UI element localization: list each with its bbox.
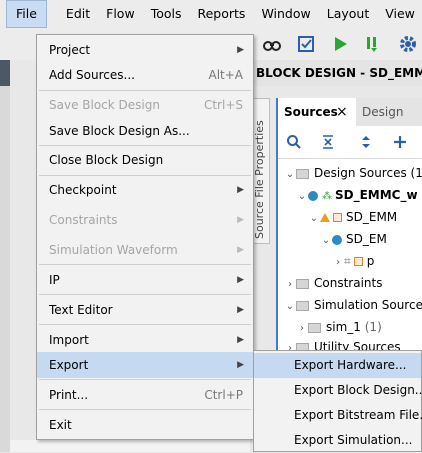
tree-row-sd-emmc-wrapper[interactable]: ⌄ ⁂ SD_EMMC_w xyxy=(296,184,418,206)
menu-item-ip[interactable]: IP ▶ xyxy=(37,267,253,293)
expand-all-icon[interactable] xyxy=(358,134,374,150)
folder-icon xyxy=(296,300,309,311)
module-icon xyxy=(332,234,342,245)
chevron-right-icon: ▶ xyxy=(237,215,244,225)
left-panel-header xyxy=(0,60,10,86)
tree-row-simulation-sources[interactable]: ⌄ Simulation Sources xyxy=(284,294,422,316)
chevron-down-icon[interactable]: ⌄ xyxy=(284,164,296,186)
menu-separator xyxy=(39,175,251,176)
menu-separator xyxy=(39,379,251,380)
menu-view[interactable]: View xyxy=(378,0,422,28)
chevron-down-icon[interactable]: ⌄ xyxy=(308,208,320,230)
menu-separator xyxy=(39,264,251,265)
menu-layout[interactable]: Layout xyxy=(320,0,377,28)
menu-item-export-hardware[interactable]: Export Hardware... xyxy=(254,353,421,378)
menu-separator xyxy=(39,90,251,91)
menu-reports[interactable]: Reports xyxy=(190,0,252,28)
menu-item-project[interactable]: Project ▶ xyxy=(37,37,253,63)
menu-tools[interactable]: Tools xyxy=(144,0,189,28)
menu-item-constraints: Constraints ▶ xyxy=(37,207,253,233)
menu-item-checkpoint[interactable]: Checkpoint ▶ xyxy=(37,177,253,203)
binoculars-icon[interactable] xyxy=(262,34,282,54)
menu-item-close-block-design[interactable]: Close Block Design xyxy=(37,147,253,173)
chevron-right-icon: ▶ xyxy=(237,45,244,55)
tree-row-sd-emmc-inst[interactable]: ⌄ SD_EM xyxy=(320,228,387,250)
block-design-title: BLOCK DESIGN - SD_EMMC xyxy=(250,60,422,86)
menu-item-save-block-design-as[interactable]: Save Block Design As... xyxy=(37,118,253,144)
tree-row-p[interactable]: › ⌗ p xyxy=(332,250,374,272)
chevron-right-icon: ▶ xyxy=(237,275,244,285)
background-area xyxy=(10,440,250,452)
menu-separator xyxy=(39,294,251,295)
left-panel-strip xyxy=(0,60,10,452)
chevron-down-icon[interactable]: ⌄ xyxy=(296,186,308,208)
chevron-right-icon[interactable]: › xyxy=(284,274,296,296)
menu-flow[interactable]: Flow xyxy=(99,0,142,28)
menu-item-save-block-design: Save Block Design Ctrl+S xyxy=(49,98,243,112)
add-icon[interactable] xyxy=(392,134,408,150)
tab-design[interactable]: Design xyxy=(362,98,403,126)
folder-icon xyxy=(296,278,309,289)
file-icon xyxy=(333,213,342,222)
menu-file[interactable]: File xyxy=(6,0,47,28)
download-bitstream-icon[interactable] xyxy=(364,34,384,54)
chevron-right-icon: ▶ xyxy=(237,335,244,345)
module-icon xyxy=(308,190,318,201)
menu-item-exit[interactable]: Exit xyxy=(37,412,253,438)
tree-row-sd-emmc-bd[interactable]: ⌄ SD_EMM xyxy=(308,206,397,228)
run-icon[interactable] xyxy=(330,34,350,54)
chevron-right-icon: ▶ xyxy=(237,185,244,195)
menu-window[interactable]: Window xyxy=(254,0,317,28)
ip-icon: ⌗ xyxy=(344,254,351,268)
menu-item-print[interactable]: Print... Ctrl+P xyxy=(37,382,253,408)
chevron-right-icon: ▶ xyxy=(237,245,244,255)
tree-row-constraints[interactable]: › Constraints xyxy=(284,272,382,294)
menu-item-export-simulation[interactable]: Export Simulation... xyxy=(254,428,421,453)
checkbox-icon[interactable] xyxy=(296,34,316,54)
file-icon xyxy=(353,257,363,266)
tab-sources-label: Sources xyxy=(284,105,338,119)
menu-item-add-sources[interactable]: Add Sources... Alt+A xyxy=(37,62,253,88)
menu-item-export[interactable]: Export ▶ xyxy=(37,352,253,378)
chevron-right-icon: ▶ xyxy=(237,360,244,370)
chevron-down-icon[interactable]: ⌄ xyxy=(284,296,296,318)
menu-item-export-bitstream-file[interactable]: Export Bitstream File... xyxy=(254,403,422,428)
chevron-down-icon[interactable]: ⌄ xyxy=(320,230,332,252)
export-submenu: Export Hardware... Export Block Design..… xyxy=(253,350,422,452)
chevron-right-icon[interactable]: › xyxy=(332,252,344,274)
search-icon[interactable] xyxy=(286,134,302,150)
folder-icon xyxy=(308,322,321,333)
menu-item-text-editor[interactable]: Text Editor ▶ xyxy=(37,297,253,323)
menu-separator xyxy=(39,409,251,410)
menu-separator xyxy=(39,324,251,325)
tab-sources[interactable]: Sources × xyxy=(278,98,356,126)
gear-icon[interactable] xyxy=(398,34,418,54)
collapse-all-icon[interactable] xyxy=(320,134,336,150)
panel-toolbar xyxy=(278,126,422,159)
menu-item-export-block-design[interactable]: Export Block Design... xyxy=(254,378,422,403)
tree-row-design-sources[interactable]: ⌄ Design Sources (1) xyxy=(284,162,422,184)
side-tab-label: Source File Properties xyxy=(253,120,266,239)
folder-icon xyxy=(296,168,309,179)
menu-item-import[interactable]: Import ▶ xyxy=(37,327,253,353)
block-design-icon xyxy=(320,213,330,222)
menu-bar: File Edit Flow Tools Reports Window Layo… xyxy=(0,0,422,28)
tree-row-sim-1[interactable]: › sim_1 (1) xyxy=(296,316,382,338)
hierarchy-icon: ⁂ xyxy=(322,191,332,202)
menu-item-simulation-waveform: Simulation Waveform ▶ xyxy=(37,237,253,263)
menu-edit[interactable]: Edit xyxy=(59,0,97,28)
chevron-right-icon: ▶ xyxy=(237,305,244,315)
panel-tabs: Sources × Design xyxy=(278,98,422,126)
close-icon[interactable]: × xyxy=(336,98,348,126)
menu-separator xyxy=(39,145,251,146)
file-menu: Project ▶ Add Sources... Alt+A Save Block … xyxy=(36,34,254,440)
